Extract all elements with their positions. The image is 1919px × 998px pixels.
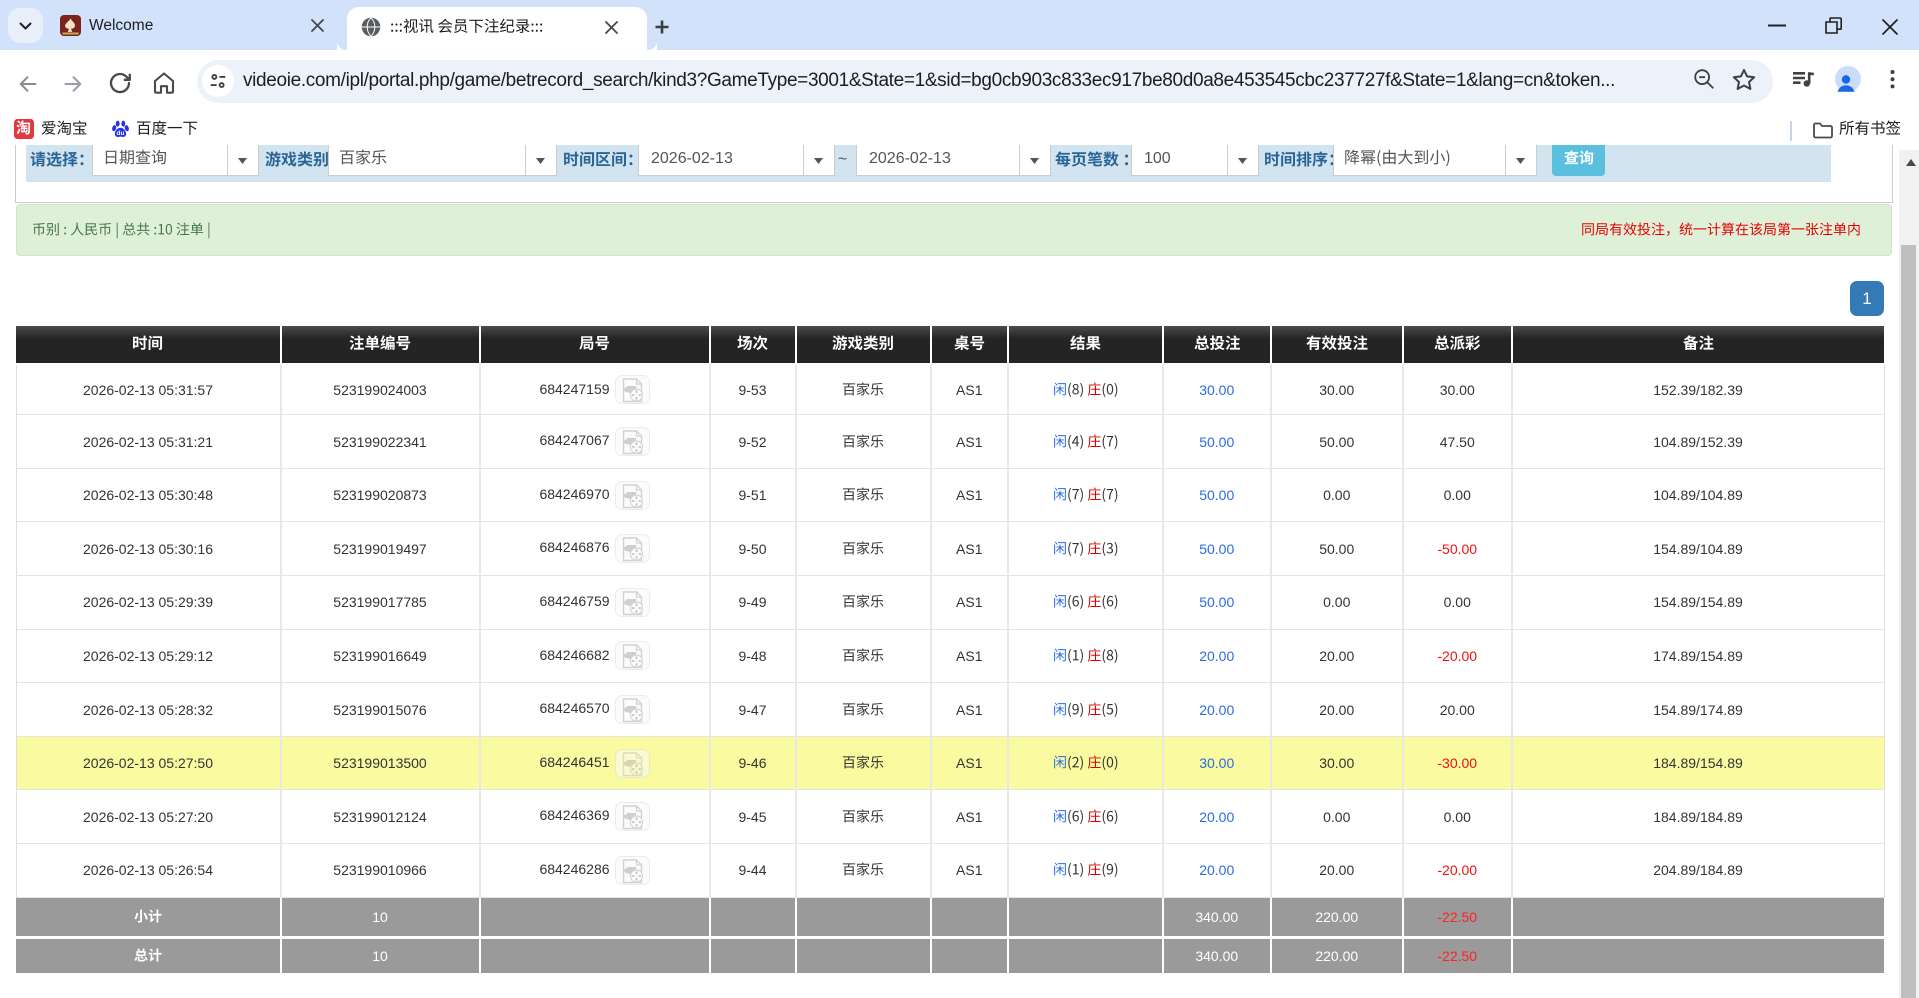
svg-text:du: du <box>117 130 125 137</box>
